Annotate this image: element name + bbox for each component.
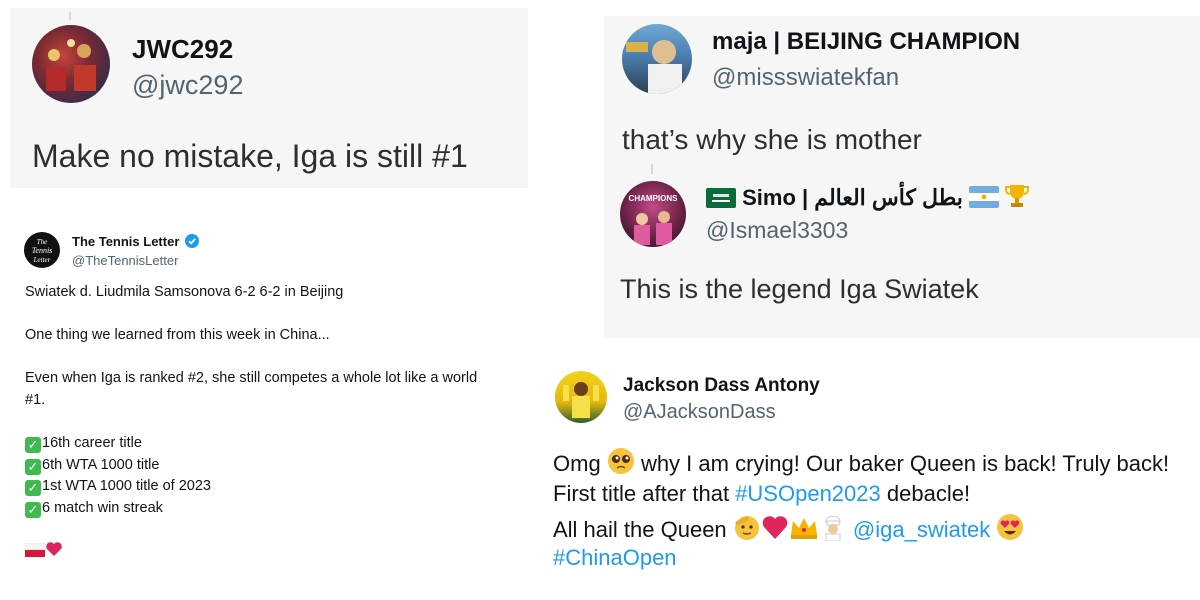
tweet-text: First title after that xyxy=(553,481,730,506)
display-name[interactable]: Jackson Dass Antony xyxy=(623,375,820,397)
red-heart-icon xyxy=(46,542,62,557)
tweet-line: #1. xyxy=(25,391,46,408)
user-handle[interactable]: @Ismael3303 xyxy=(706,217,848,244)
thread-line xyxy=(651,164,653,174)
list-item: ✓ 6th WTA 1000 title xyxy=(25,455,477,477)
avatar-tennis-letter[interactable]: The Tennis Letter xyxy=(24,232,60,268)
avatar-image xyxy=(46,39,96,91)
crown-icon xyxy=(790,518,817,539)
hashtag-link[interactable]: #ChinaOpen xyxy=(553,545,677,570)
saudi-flag-icon xyxy=(706,188,736,208)
tweet-card-jackson-dass: Jackson Dass Antony @AJacksonDass Omg wh… xyxy=(544,355,1200,587)
display-name[interactable]: JWC292 xyxy=(132,34,233,65)
thread-line xyxy=(69,12,71,20)
check-mark-icon: ✓ xyxy=(25,501,41,518)
avatar-image xyxy=(626,40,682,94)
tweet-text: Omg xyxy=(553,451,601,476)
tennis-letter-logo: The Tennis Letter xyxy=(32,238,53,264)
avatar-maja[interactable] xyxy=(622,24,692,94)
avatar-text: CHAMPIONS xyxy=(629,194,679,203)
tweet-text: Make no mistake, Iga is still #1 xyxy=(32,138,468,174)
tweet-card-maja: maja | BEIJING CHAMPION @missswiatekfan … xyxy=(604,16,1200,338)
emoji-line xyxy=(24,541,477,563)
tweet-line: Even when Iga is ranked #2, she still co… xyxy=(25,370,478,387)
user-handle[interactable]: @missswiatekfan xyxy=(712,64,899,92)
display-name[interactable]: Simo | بطل كأس العالم xyxy=(706,183,1030,211)
check-mark-icon: ✓ xyxy=(25,480,41,497)
avatar-jackson-dass[interactable] xyxy=(555,371,607,423)
red-heart-icon xyxy=(762,516,788,539)
heart-eyes-icon xyxy=(997,514,1024,540)
avatar-image xyxy=(563,382,599,418)
tweet-line: All hail the Queen @iga_swiatek xyxy=(553,513,1024,543)
tweet-line: Omg why I am crying! Our baker Queen is … xyxy=(553,447,1169,477)
svg-text:Letter: Letter xyxy=(33,256,51,264)
tweet-text: This is the legend Iga Swiatek xyxy=(620,274,979,304)
display-name[interactable]: maja | BEIJING CHAMPION xyxy=(712,28,1020,56)
tweet-line: First title after that #USOpen2023 debac… xyxy=(553,481,970,507)
pleading-face-icon xyxy=(607,448,634,474)
list-item: ✓ 16th career title xyxy=(25,433,477,455)
tweet-line: #ChinaOpen xyxy=(553,545,677,571)
argentina-flag-icon xyxy=(969,186,999,208)
baker-icon xyxy=(825,516,841,541)
tweet-card-tennis-letter: The Tennis Letter The Tennis Letter @The… xyxy=(10,218,526,590)
tweet-text: All hail the Queen xyxy=(553,517,727,542)
svg-text:Tennis: Tennis xyxy=(32,246,53,255)
trophy-icon xyxy=(1005,185,1030,207)
svg-text:The: The xyxy=(37,238,48,246)
display-name[interactable]: The Tennis Letter xyxy=(72,234,200,249)
hashtag-link[interactable]: #USOpen2023 xyxy=(735,481,881,506)
list-item: ✓ 1st WTA 1000 title of 2023 xyxy=(25,476,477,498)
user-handle[interactable]: @TheTennisLetter xyxy=(72,253,178,268)
tweet-card-jwc292: JWC292 @jwc292 Make no mistake, Iga is s… xyxy=(10,8,528,188)
list-item-text: 16th career title xyxy=(42,435,142,452)
mention-link[interactable]: @iga_swiatek xyxy=(853,517,990,542)
avatar-simo[interactable]: CHAMPIONS xyxy=(620,181,686,247)
display-name-text: The Tennis Letter xyxy=(72,234,180,249)
user-handle[interactable]: @jwc292 xyxy=(132,70,243,101)
tweet-text: debacle! xyxy=(886,481,971,506)
tweet-body: Swiatek d. Liudmila Samsonova 6-2 6-2 in… xyxy=(24,282,478,563)
verified-badge-icon xyxy=(185,234,200,248)
list-item-text: 6th WTA 1000 title xyxy=(42,456,160,473)
poland-flag-icon xyxy=(24,542,46,558)
check-mark-icon: ✓ xyxy=(25,437,41,454)
avatar-image: CHAMPIONS xyxy=(629,194,679,245)
tweet-line: Swiatek d. Liudmila Samsonova 6-2 6-2 in… xyxy=(25,284,344,300)
saluting-face-icon xyxy=(734,516,759,540)
avatar-jwc292[interactable] xyxy=(32,25,110,103)
list-item-text: 1st WTA 1000 title of 2023 xyxy=(42,478,211,495)
tweet-text: why I am crying! Our baker Queen is back… xyxy=(640,451,1170,476)
list-item-text: 6 match win streak xyxy=(42,499,163,516)
check-mark-icon: ✓ xyxy=(25,458,41,475)
tweet-text: that’s why she is mother xyxy=(622,124,922,155)
display-name-text: Simo | بطل كأس العالم xyxy=(742,185,963,210)
list-item: ✓ 6 match win streak xyxy=(25,498,477,520)
tweet-line: One thing we learned from this week in C… xyxy=(25,327,330,344)
user-handle[interactable]: @AJacksonDass xyxy=(623,401,776,424)
